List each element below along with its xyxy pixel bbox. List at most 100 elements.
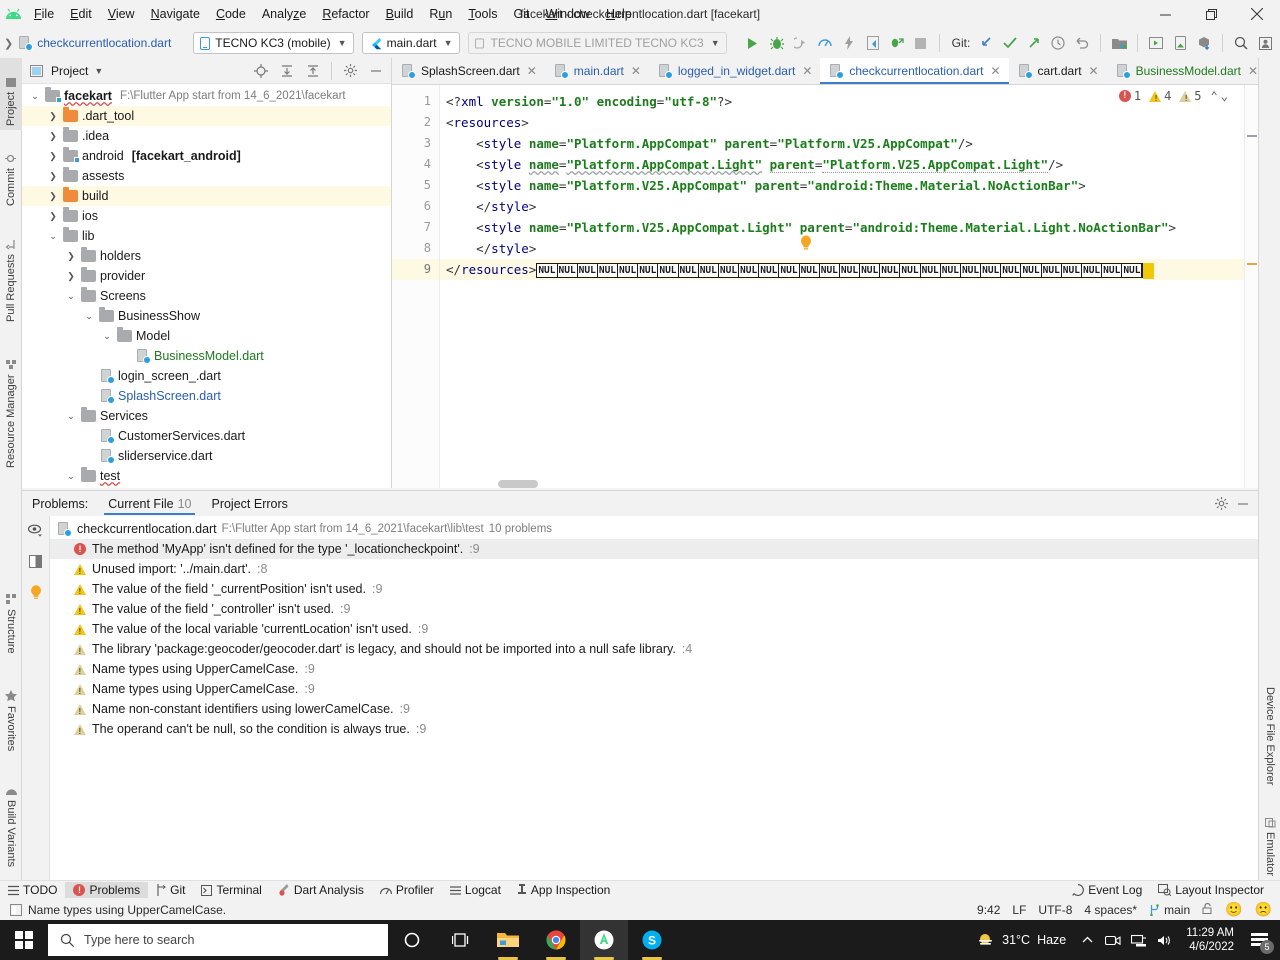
- close-icon[interactable]: ✕: [990, 64, 1000, 78]
- git-push-button[interactable]: [1022, 31, 1046, 55]
- menu-window[interactable]: Window: [537, 3, 597, 25]
- expand-arrow-icon[interactable]: ❯: [46, 211, 60, 222]
- next-problem-icon[interactable]: ⌄: [1221, 89, 1228, 103]
- run-configuration-selector[interactable]: main.dart ▼: [361, 32, 460, 54]
- tree-row[interactable]: · SplashScreen.dart: [22, 386, 391, 406]
- bottom-tab-problems[interactable]: ! Problems: [65, 882, 149, 898]
- problem-row[interactable]: The library 'package:geocoder/geocoder.d…: [50, 639, 1258, 659]
- bottom-tab-git[interactable]: Git: [148, 882, 193, 898]
- menu-view[interactable]: View: [100, 3, 143, 25]
- editor-tab[interactable]: checkcurrentlocation.dart ✕: [820, 58, 1009, 84]
- tool-button-project[interactable]: Project: [0, 58, 22, 130]
- expand-arrow-icon[interactable]: ❯: [46, 151, 60, 162]
- tree-row-root[interactable]: ⌄ facekart F:\Flutter App start from 14_…: [22, 86, 391, 106]
- tool-button-favorites[interactable]: Favorites: [0, 686, 22, 770]
- problem-row[interactable]: Name non-constant identifiers using lowe…: [50, 699, 1258, 719]
- problem-row[interactable]: Name types using UpperCamelCase.:9: [50, 659, 1258, 679]
- attach-debugger-button[interactable]: [885, 31, 909, 55]
- chevron-down-icon[interactable]: ▼: [94, 66, 103, 76]
- android-studio-icon[interactable]: [580, 920, 628, 960]
- intention-bulb-icon[interactable]: [30, 585, 42, 603]
- collapse-arrow-icon[interactable]: ⌄: [64, 471, 78, 482]
- bottom-tab-profiler[interactable]: Profiler: [372, 882, 442, 898]
- problems-file-header[interactable]: checkcurrentlocation.dart F:\Flutter App…: [50, 519, 1258, 539]
- collapse-all-button[interactable]: [302, 60, 324, 82]
- tree-row[interactable]: ⌄ BusinessShow: [22, 306, 391, 326]
- tree-row[interactable]: ⌄ lib: [22, 226, 391, 246]
- problem-row[interactable]: ! The method 'MyApp' isn't defined for th…: [50, 539, 1258, 559]
- menu-edit[interactable]: Edit: [62, 3, 100, 25]
- target-device-selector[interactable]: TECNO MOBILE LIMITED TECNO KC3 ▼: [467, 32, 727, 54]
- problem-row[interactable]: Unused import: '../main.dart'.:8: [50, 559, 1258, 579]
- tree-row[interactable]: ⌄ Services: [22, 406, 391, 426]
- expand-arrow-icon[interactable]: ❯: [46, 111, 60, 122]
- collapse-arrow-icon[interactable]: ⌄: [28, 91, 42, 102]
- line-separator[interactable]: LF: [1012, 903, 1026, 917]
- tree-row[interactable]: · login_screen_.dart: [22, 366, 391, 386]
- tree-row[interactable]: ❯ .idea: [22, 126, 391, 146]
- inspection-summary[interactable]: ! 1 4 5 ⌃ ⌄: [1118, 89, 1228, 103]
- tool-button-pull-requests[interactable]: Pull Requests: [0, 218, 22, 326]
- bottom-tab-dart-analysis[interactable]: Dart Analysis: [270, 882, 372, 898]
- hide-panel-button[interactable]: [365, 60, 387, 82]
- git-update-button[interactable]: [974, 31, 998, 55]
- gradle-sync-button[interactable]: [1192, 31, 1216, 55]
- menu-refactor[interactable]: Refactor: [314, 3, 377, 25]
- debug-button[interactable]: [765, 31, 789, 55]
- tree-row[interactable]: · BusinessModel.dart: [22, 346, 391, 366]
- account-button[interactable]: [1253, 31, 1277, 55]
- stop-button[interactable]: [909, 31, 933, 55]
- tree-row[interactable]: ❯ .dart_tool: [22, 106, 391, 126]
- taskbar-search-input[interactable]: Type here to search: [48, 924, 388, 956]
- close-icon[interactable]: ✕: [1089, 64, 1099, 78]
- editor-tab[interactable]: main.dart ✕: [545, 58, 649, 84]
- menu-help[interactable]: Help: [598, 3, 640, 25]
- expand-arrow-icon[interactable]: ❯: [46, 131, 60, 142]
- hot-reload-button[interactable]: [837, 31, 861, 55]
- clock-widget[interactable]: 11:29 AM 4/6/2022: [1178, 926, 1242, 954]
- bottom-tab-todo[interactable]: TODO: [0, 882, 65, 898]
- weather-widget[interactable]: 31°C Haze: [969, 932, 1074, 948]
- run-to-cursor-button[interactable]: [789, 31, 813, 55]
- editor-tab[interactable]: BusinessModel.dart ✕: [1107, 58, 1266, 84]
- problem-row[interactable]: The value of the local variable 'current…: [50, 619, 1258, 639]
- code-content[interactable]: <?xml version="1.0" encoding="utf-8"?> <…: [440, 85, 1258, 488]
- close-icon[interactable]: ✕: [1248, 64, 1258, 78]
- editor-tab[interactable]: SplashScreen.dart ✕: [392, 58, 545, 84]
- collapse-arrow-icon[interactable]: ⌄: [64, 411, 78, 422]
- project-settings-button[interactable]: [339, 60, 361, 82]
- problems-settings-button[interactable]: [1210, 493, 1232, 515]
- intention-bulb-icon[interactable]: [800, 235, 812, 255]
- task-view-icon[interactable]: [436, 920, 484, 960]
- chrome-icon[interactable]: [532, 920, 580, 960]
- editor-horizontal-scrollbar[interactable]: [488, 480, 1248, 488]
- problem-row[interactable]: The operand can't be null, so the condit…: [50, 719, 1258, 739]
- close-icon[interactable]: ✕: [631, 64, 641, 78]
- tool-button-build-variants[interactable]: Build Variants: [0, 782, 22, 894]
- file-encoding[interactable]: UTF-8: [1038, 903, 1072, 917]
- device-selector[interactable]: TECNO KC3 (mobile) ▼: [193, 32, 354, 54]
- problem-row[interactable]: Name types using UpperCamelCase.:9: [50, 679, 1258, 699]
- network-icon[interactable]: [1126, 920, 1152, 960]
- expand-arrow-icon[interactable]: ❯: [46, 171, 60, 182]
- close-icon[interactable]: ✕: [802, 64, 812, 78]
- menu-build[interactable]: Build: [378, 3, 422, 25]
- problem-row[interactable]: The value of the field '_currentPosition…: [50, 579, 1258, 599]
- layout-inspector-button[interactable]: Layout Inspector: [1150, 882, 1272, 898]
- indent-setting[interactable]: 4 spaces*: [1084, 903, 1137, 917]
- skype-icon[interactable]: S: [628, 920, 676, 960]
- tab-current-file[interactable]: Current File 10: [98, 493, 201, 515]
- sad-face-icon[interactable]: 🙁: [1255, 901, 1272, 918]
- editor-tab[interactable]: logged_in_widget.dart ✕: [649, 58, 820, 84]
- lock-icon[interactable]: [1202, 902, 1213, 917]
- tool-button-structure[interactable]: Structure: [0, 590, 22, 674]
- file-explorer-icon[interactable]: [484, 920, 532, 960]
- prev-problem-icon[interactable]: ⌃: [1211, 89, 1218, 103]
- tree-row[interactable]: · sliderservice.dart: [22, 446, 391, 466]
- close-button[interactable]: [1234, 0, 1280, 28]
- menu-run[interactable]: Run: [421, 3, 460, 25]
- maximize-button[interactable]: [1188, 0, 1234, 28]
- tool-button-device-file-explorer[interactable]: Device File Explorer: [1259, 683, 1280, 803]
- run-button[interactable]: [741, 31, 765, 55]
- bottom-tab-app-inspection[interactable]: App Inspection: [509, 882, 618, 898]
